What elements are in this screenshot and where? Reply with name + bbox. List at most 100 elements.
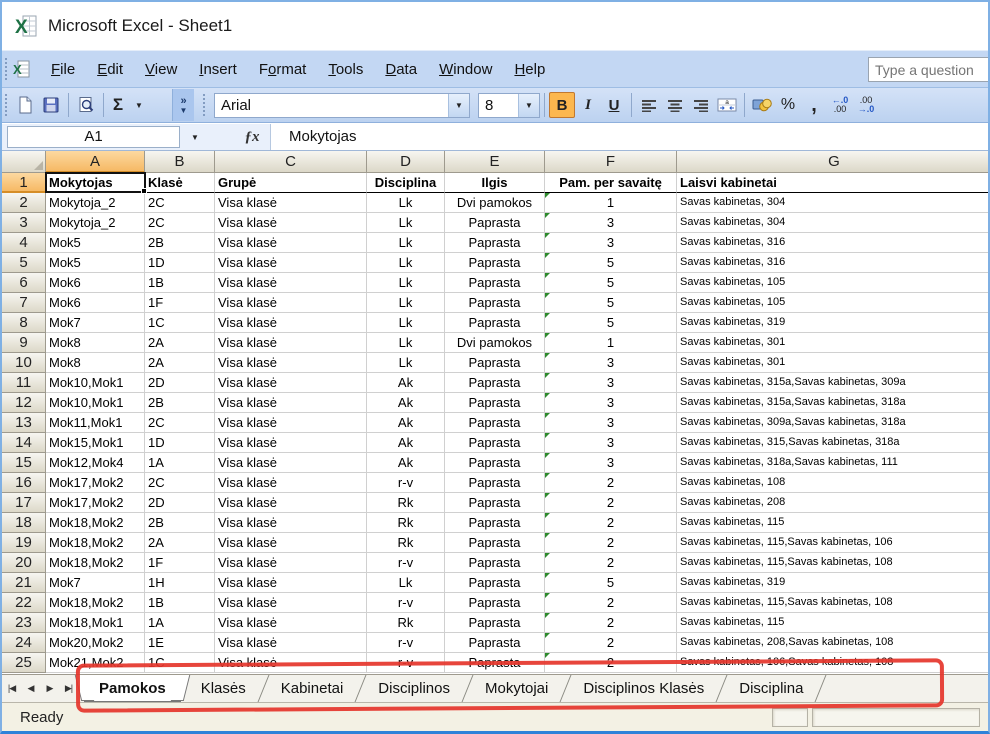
underline-button[interactable]: U — [601, 92, 627, 118]
sheet-tab-disciplinos-klasės[interactable]: Disciplinos Klasės — [568, 675, 719, 702]
cell-A6[interactable]: Mok6 — [46, 273, 145, 293]
toolbar-options-button[interactable]: » ▼ — [172, 89, 194, 121]
first-sheet-button[interactable]: |◀ — [2, 675, 21, 702]
italic-button[interactable]: I — [575, 92, 601, 118]
cell-B13[interactable]: 2C — [145, 413, 215, 433]
cell-E21[interactable]: Paprasta — [445, 573, 545, 593]
cell-B18[interactable]: 2B — [145, 513, 215, 533]
row-header-21[interactable]: 21 — [2, 573, 46, 593]
cell-D1[interactable]: Disciplina — [367, 173, 445, 193]
cell-C5[interactable]: Visa klasė — [215, 253, 367, 273]
cell-G11[interactable]: Savas kabinetas, 315a,Savas kabinetas, 3… — [677, 373, 990, 393]
cell-E22[interactable]: Paprasta — [445, 593, 545, 613]
cell-B12[interactable]: 2B — [145, 393, 215, 413]
cell-B2[interactable]: 2C — [145, 193, 215, 213]
row-header-18[interactable]: 18 — [2, 513, 46, 533]
cell-A19[interactable]: Mok18,Mok2 — [46, 533, 145, 553]
cell-D17[interactable]: Rk — [367, 493, 445, 513]
cell-F16[interactable]: 2 — [545, 473, 677, 493]
cell-E12[interactable]: Paprasta — [445, 393, 545, 413]
cell-G2[interactable]: Savas kabinetas, 304 — [677, 193, 990, 213]
cell-B25[interactable]: 1C — [145, 653, 215, 673]
menu-drag-handle[interactable] — [4, 57, 9, 81]
cell-D11[interactable]: Ak — [367, 373, 445, 393]
cell-F9[interactable]: 1 — [545, 333, 677, 353]
cell-C7[interactable]: Visa klasė — [215, 293, 367, 313]
cell-A12[interactable]: Mok10,Mok1 — [46, 393, 145, 413]
cell-B15[interactable]: 1A — [145, 453, 215, 473]
sheet-tab-disciplina[interactable]: Disciplina — [724, 675, 818, 702]
row-header-17[interactable]: 17 — [2, 493, 46, 513]
cell-F24[interactable]: 2 — [545, 633, 677, 653]
cell-B10[interactable]: 2A — [145, 353, 215, 373]
decrease-decimal-button[interactable]: .00 →.0 — [853, 92, 879, 118]
cell-A3[interactable]: Mokytoja_2 — [46, 213, 145, 233]
cell-B17[interactable]: 2D — [145, 493, 215, 513]
cell-B4[interactable]: 2B — [145, 233, 215, 253]
align-right-button[interactable] — [688, 92, 714, 118]
cell-C25[interactable]: Visa klasė — [215, 653, 367, 673]
cell-G9[interactable]: Savas kabinetas, 301 — [677, 333, 990, 353]
cell-D3[interactable]: Lk — [367, 213, 445, 233]
cell-B3[interactable]: 2C — [145, 213, 215, 233]
cell-E20[interactable]: Paprasta — [445, 553, 545, 573]
column-header-D[interactable]: D — [367, 151, 445, 173]
cell-B9[interactable]: 2A — [145, 333, 215, 353]
align-center-button[interactable] — [662, 92, 688, 118]
sheet-tab-disciplinos[interactable]: Disciplinos — [363, 675, 465, 702]
font-size-dropdown[interactable]: ▼ — [518, 94, 539, 117]
cell-D6[interactable]: Lk — [367, 273, 445, 293]
cell-D5[interactable]: Lk — [367, 253, 445, 273]
cell-G24[interactable]: Savas kabinetas, 208,Savas kabinetas, 10… — [677, 633, 990, 653]
cell-C24[interactable]: Visa klasė — [215, 633, 367, 653]
cell-E9[interactable]: Dvi pamokos — [445, 333, 545, 353]
cell-E11[interactable]: Paprasta — [445, 373, 545, 393]
cell-F21[interactable]: 5 — [545, 573, 677, 593]
cell-B21[interactable]: 1H — [145, 573, 215, 593]
cell-E8[interactable]: Paprasta — [445, 313, 545, 333]
comma-style-button[interactable]: , — [801, 92, 827, 118]
row-header-3[interactable]: 3 — [2, 213, 46, 233]
cell-C2[interactable]: Visa klasė — [215, 193, 367, 213]
cell-C21[interactable]: Visa klasė — [215, 573, 367, 593]
cell-D4[interactable]: Lk — [367, 233, 445, 253]
row-header-5[interactable]: 5 — [2, 253, 46, 273]
cell-G13[interactable]: Savas kabinetas, 309a,Savas kabinetas, 3… — [677, 413, 990, 433]
cell-C9[interactable]: Visa klasė — [215, 333, 367, 353]
row-header-24[interactable]: 24 — [2, 633, 46, 653]
cell-C15[interactable]: Visa klasė — [215, 453, 367, 473]
cell-D16[interactable]: r-v — [367, 473, 445, 493]
cell-B14[interactable]: 1D — [145, 433, 215, 453]
cell-E1[interactable]: Ilgis — [445, 173, 545, 193]
align-left-button[interactable] — [636, 92, 662, 118]
cell-E14[interactable]: Paprasta — [445, 433, 545, 453]
cell-A7[interactable]: Mok6 — [46, 293, 145, 313]
cell-E10[interactable]: Paprasta — [445, 353, 545, 373]
cell-C6[interactable]: Visa klasė — [215, 273, 367, 293]
cell-D25[interactable]: r-v — [367, 653, 445, 673]
cell-E5[interactable]: Paprasta — [445, 253, 545, 273]
cell-A22[interactable]: Mok18,Mok2 — [46, 593, 145, 613]
cell-A4[interactable]: Mok5 — [46, 233, 145, 253]
menu-format[interactable]: Format — [248, 56, 318, 83]
column-header-E[interactable]: E — [445, 151, 545, 173]
cell-G21[interactable]: Savas kabinetas, 319 — [677, 573, 990, 593]
row-header-19[interactable]: 19 — [2, 533, 46, 553]
save-button[interactable] — [38, 92, 64, 118]
sheet-tab-klasės[interactable]: Klasės — [186, 675, 261, 702]
cell-A9[interactable]: Mok8 — [46, 333, 145, 353]
row-header-22[interactable]: 22 — [2, 593, 46, 613]
cell-A5[interactable]: Mok5 — [46, 253, 145, 273]
cell-D7[interactable]: Lk — [367, 293, 445, 313]
cell-D21[interactable]: Lk — [367, 573, 445, 593]
cell-F4[interactable]: 3 — [545, 233, 677, 253]
cell-F23[interactable]: 2 — [545, 613, 677, 633]
cell-A23[interactable]: Mok18,Mok1 — [46, 613, 145, 633]
cell-E13[interactable]: Paprasta — [445, 413, 545, 433]
cell-C18[interactable]: Visa klasė — [215, 513, 367, 533]
new-document-button[interactable] — [12, 92, 38, 118]
row-header-16[interactable]: 16 — [2, 473, 46, 493]
cell-F22[interactable]: 2 — [545, 593, 677, 613]
row-header-6[interactable]: 6 — [2, 273, 46, 293]
cell-F2[interactable]: 1 — [545, 193, 677, 213]
